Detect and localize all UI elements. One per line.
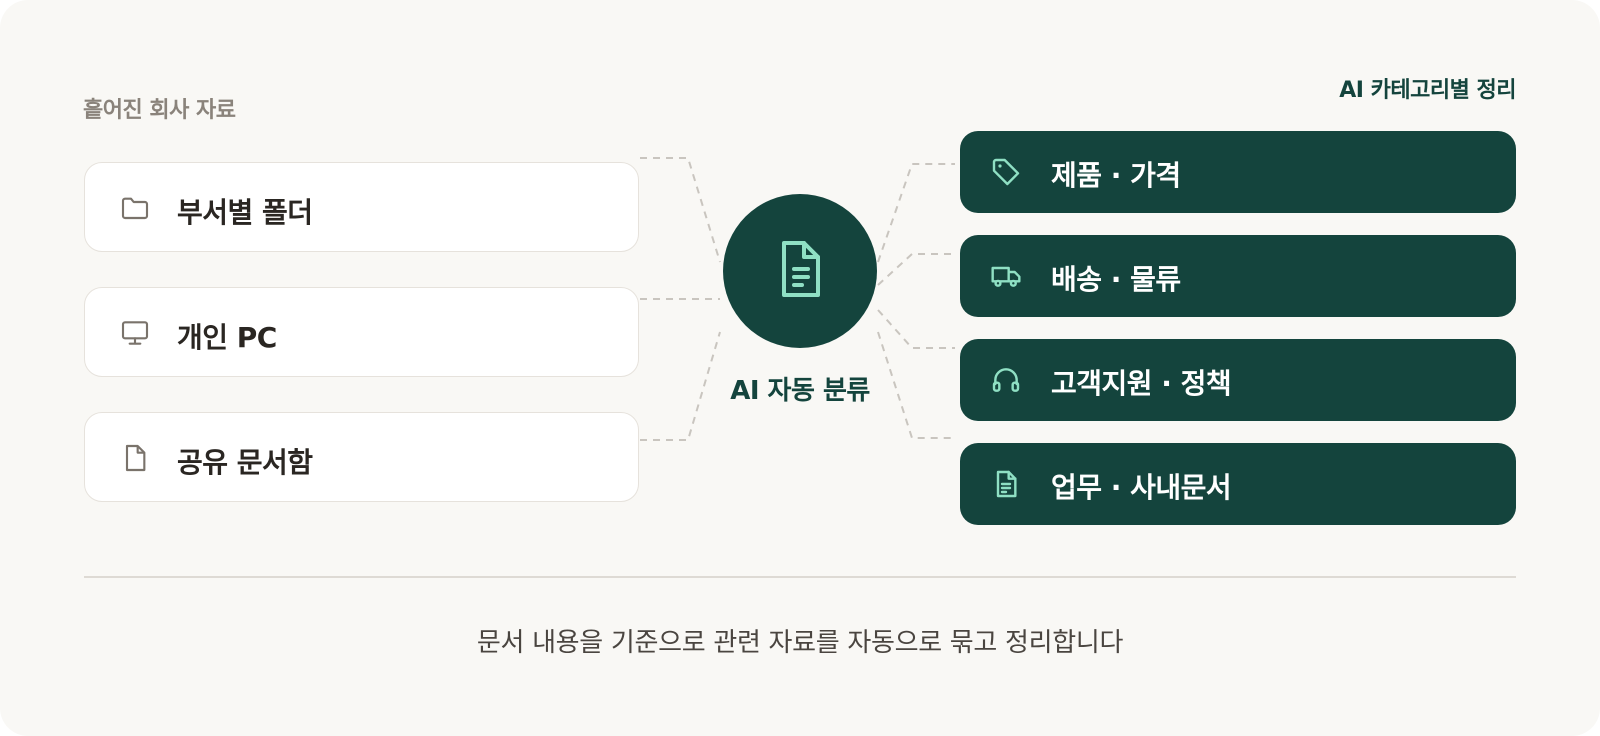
- footer-caption: 문서 내용을 기준으로 관련 자료를 자동으로 묶고 정리합니다: [476, 628, 1124, 658]
- folder-icon: [119, 192, 151, 224]
- headphones-icon: [990, 364, 1022, 396]
- connector-category-1: [877, 163, 955, 263]
- source-label: 공유 문서함: [177, 446, 313, 479]
- file-icon: [119, 442, 151, 474]
- connector-category-3: [877, 309, 955, 349]
- category-label: 업무 · 사내문서: [1051, 471, 1232, 504]
- category-card-internal-docs: 업무 · 사내문서: [960, 443, 1516, 525]
- document-icon: [776, 239, 824, 303]
- source-card-department-folders: 부서별 폴더: [84, 162, 639, 252]
- source-card-shared-docs: 공유 문서함: [84, 412, 639, 502]
- source-label: 개인 PC: [177, 321, 277, 354]
- divider: [84, 576, 1516, 578]
- category-card-product-price: 제품 · 가격: [960, 131, 1516, 213]
- ai-hub: [723, 194, 877, 348]
- hub-label: AI 자동 분류: [730, 376, 870, 406]
- category-label: 배송 · 물류: [1051, 263, 1181, 296]
- diagram-canvas: 흩어진 회사 자료 AI 카테고리별 정리 부서별 폴더 개인 PC 공유 문서…: [0, 0, 1600, 736]
- category-label: 고객지원 · 정책: [1051, 367, 1232, 400]
- category-card-customer-support: 고객지원 · 정책: [960, 339, 1516, 421]
- document-icon: [990, 468, 1022, 500]
- sources-heading: 흩어진 회사 자료: [83, 98, 236, 123]
- connector-source-1: [640, 157, 721, 263]
- categories-heading: AI 카테고리별 정리: [1339, 78, 1516, 103]
- category-card-shipping-logistics: 배송 · 물류: [960, 235, 1516, 317]
- tag-icon: [990, 156, 1022, 188]
- truck-icon: [990, 260, 1022, 292]
- category-label: 제품 · 가격: [1051, 159, 1181, 192]
- source-label: 부서별 폴더: [177, 196, 313, 229]
- connector-category-2: [877, 253, 955, 286]
- source-card-personal-pc: 개인 PC: [84, 287, 639, 377]
- monitor-icon: [119, 317, 151, 349]
